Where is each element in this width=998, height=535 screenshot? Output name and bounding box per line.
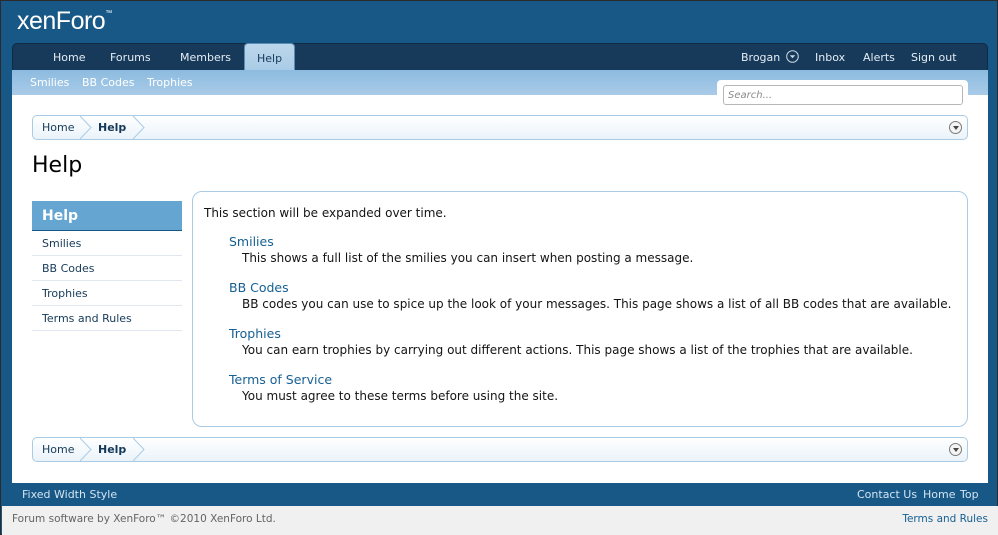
footer-legal: Forum software by XenForo™ ©2010 XenForo… (2, 506, 998, 535)
sidebar-item-bb-codes[interactable]: BB Codes (32, 256, 182, 281)
search-input[interactable] (723, 85, 963, 105)
footer-terms-link[interactable]: Terms and Rules (902, 513, 988, 525)
sidebar-heading: Help (32, 201, 182, 231)
nav-link-inbox[interactable]: Inbox (815, 44, 845, 71)
nav-tab-help[interactable]: Help (244, 43, 296, 72)
nav-tab-members[interactable]: Members (180, 44, 231, 71)
breadcrumb-help[interactable]: Help (98, 438, 126, 461)
sidebar-item-terms[interactable]: Terms and Rules (32, 306, 182, 331)
jump-menu-icon[interactable] (949, 121, 962, 134)
breadcrumb-home[interactable]: Home (42, 438, 74, 461)
style-chooser-link[interactable]: Fixed Width Style (22, 488, 117, 501)
main-nav: Home Forums Members Help Brogan Inbox Al… (12, 43, 988, 72)
nav-tab-home[interactable]: Home (53, 44, 85, 71)
sidebar-item-smilies[interactable]: Smilies (32, 231, 182, 256)
footer-top-link[interactable]: Top (960, 488, 979, 501)
username: Brogan (741, 51, 781, 64)
breadcrumb-separator-icon (80, 116, 92, 139)
subnav-trophies[interactable]: Trophies (147, 76, 193, 89)
topic-link-terms[interactable]: Terms of Service (229, 372, 332, 387)
logo-text: xenForo (17, 7, 106, 35)
content-area: Home Help Help Help Smilies BB Codes Tro… (12, 95, 988, 483)
jump-menu-icon[interactable] (949, 443, 962, 456)
site-logo[interactable]: xenForo™ (17, 7, 112, 36)
logo-trademark: ™ (105, 10, 112, 17)
topic-desc-trophies: You can earn trophies by carrying out di… (242, 343, 913, 357)
nav-link-sign-out[interactable]: Sign out (911, 44, 957, 71)
breadcrumb-separator-icon (133, 438, 145, 461)
breadcrumb-home[interactable]: Home (42, 116, 74, 139)
search-container (717, 80, 968, 110)
breadcrumb-top: Home Help (32, 115, 968, 140)
footer-contact-link[interactable]: Contact Us (857, 488, 917, 501)
topic-link-bb-codes[interactable]: BB Codes (229, 280, 289, 295)
topic-link-trophies[interactable]: Trophies (229, 326, 281, 341)
footer-bar: Fixed Width Style Contact Us Home Top (12, 483, 988, 506)
breadcrumb-bottom: Home Help (32, 437, 968, 462)
page-title: Help (32, 153, 83, 178)
topic-link-smilies[interactable]: Smilies (229, 234, 274, 249)
nav-link-alerts[interactable]: Alerts (863, 44, 895, 71)
browser-page: xenForo™ Home Forums Members Help Brogan… (0, 0, 998, 535)
topic-desc-terms: You must agree to these terms before usi… (242, 389, 559, 403)
subnav-bb-codes[interactable]: BB Codes (82, 76, 134, 89)
help-main-box: This section will be expanded over time.… (192, 191, 968, 427)
breadcrumb-help[interactable]: Help (98, 116, 126, 139)
footer-home-link[interactable]: Home (923, 488, 955, 501)
topic-desc-smilies: This shows a full list of the smilies yo… (242, 251, 694, 265)
copyright-text: Forum software by XenForo™ ©2010 XenForo… (12, 513, 276, 525)
intro-text: This section will be expanded over time. (204, 206, 447, 220)
nav-tab-forums[interactable]: Forums (110, 44, 151, 71)
chevron-down-icon (785, 50, 799, 63)
subnav-smilies[interactable]: Smilies (30, 76, 69, 89)
user-menu[interactable]: Brogan (741, 44, 799, 71)
topic-desc-bb-codes: BB codes you can use to spice up the loo… (242, 297, 952, 311)
help-sidebar: Help Smilies BB Codes Trophies Terms and… (32, 201, 182, 331)
sidebar-item-trophies[interactable]: Trophies (32, 281, 182, 306)
breadcrumb-separator-icon (133, 116, 145, 139)
breadcrumb-separator-icon (80, 438, 92, 461)
